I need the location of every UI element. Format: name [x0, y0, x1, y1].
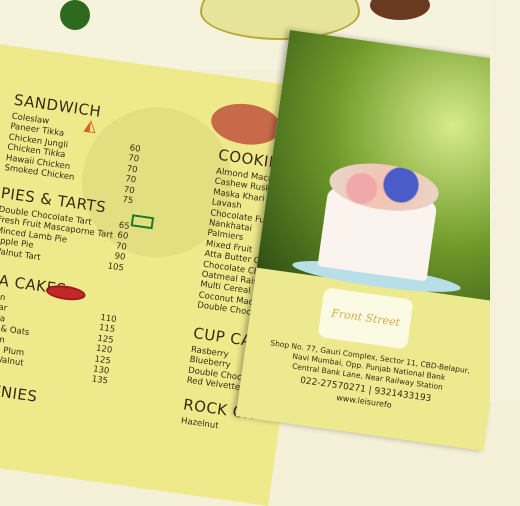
flower-decoration — [370, 0, 430, 20]
menu-panel-right — [490, 0, 520, 403]
tea-cakes-prices: 110 115 125 120 125 130 135 — [83, 312, 117, 387]
menu-text: 135 — [90, 374, 109, 387]
brand-logo: Front Street — [317, 287, 414, 350]
taco-icon: ◭ — [83, 114, 98, 136]
flower-decoration — [60, 0, 90, 30]
cake-photo — [256, 30, 520, 303]
section-sandwich: SANDWICH Coleslaw Paneer Tikka Chicken J… — [4, 91, 103, 186]
section-title: OWNIES — [0, 378, 39, 406]
section-brownies: OWNIES — [0, 379, 39, 409]
leaf-decoration — [200, 0, 360, 40]
address-block: Shop No. 77, Gauri Complex, Sector 11, C… — [249, 336, 484, 422]
